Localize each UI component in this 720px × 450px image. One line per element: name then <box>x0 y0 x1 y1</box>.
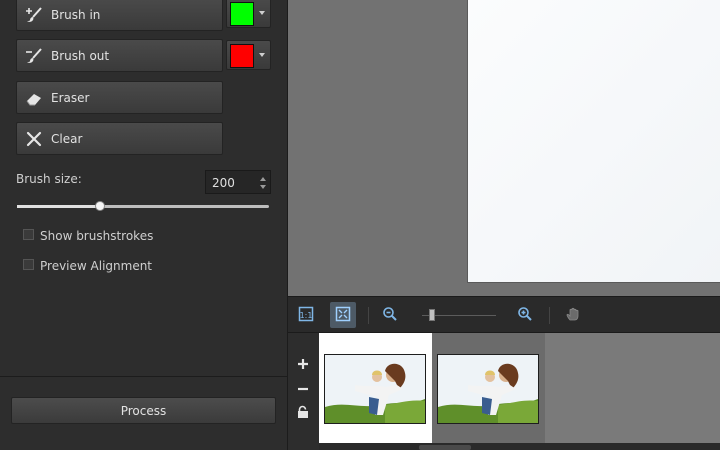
spin-up-icon[interactable] <box>260 177 266 181</box>
image-thumbnail[interactable] <box>324 354 426 424</box>
clear-label: Clear <box>51 131 83 146</box>
brush-out-button[interactable]: Brush out <box>16 39 223 72</box>
brush-minus-icon <box>25 47 43 65</box>
brush-out-label: Brush out <box>51 48 110 63</box>
eraser-button[interactable]: Eraser <box>16 81 223 114</box>
filmstrip-scrollbar[interactable] <box>319 443 720 450</box>
brush-in-label: Brush in <box>51 7 101 22</box>
brush-size-label: Brush size: <box>16 172 82 186</box>
show-brushstrokes-label: Show brushstrokes <box>40 229 154 243</box>
filmstrip <box>319 333 720 443</box>
tools-panel: Brush in Brush out Eraser Clear Brush si… <box>0 0 288 450</box>
filmstrip-controls <box>288 333 319 450</box>
brush-in-button[interactable]: Brush in <box>16 0 223 31</box>
eraser-icon <box>25 89 43 107</box>
process-button[interactable]: Process <box>11 397 276 424</box>
preview-alignment-checkbox[interactable] <box>23 259 34 270</box>
process-label: Process <box>120 403 167 418</box>
brush-size-value: 200 <box>212 176 235 190</box>
image-canvas[interactable] <box>467 0 720 283</box>
brush-out-color-swatch <box>230 44 254 68</box>
show-brushstrokes-checkbox[interactable] <box>23 229 34 240</box>
svg-text:1:1: 1:1 <box>300 311 313 320</box>
actual-size-icon <box>335 306 351 325</box>
eraser-label: Eraser <box>51 90 90 105</box>
hand-pan-icon <box>565 306 581 325</box>
actual-size-button[interactable] <box>330 302 356 328</box>
filmstrip-scroll-thumb[interactable] <box>419 445 471 450</box>
fit-view-button[interactable]: 1:1 <box>293 302 319 328</box>
add-image-button[interactable] <box>296 357 310 374</box>
brush-size-slider-fill <box>17 205 101 208</box>
brush-in-color-picker[interactable] <box>226 0 271 28</box>
brush-size-slider-handle[interactable] <box>95 201 106 211</box>
brush-in-color-swatch <box>230 2 254 26</box>
lock-icon <box>296 405 310 422</box>
remove-image-button[interactable] <box>296 382 310 399</box>
brush-size-slider[interactable] <box>17 201 269 211</box>
clear-x-icon <box>25 130 43 148</box>
zoom-in-button[interactable] <box>512 302 538 328</box>
zoom-out-icon <box>382 306 398 325</box>
spin-down-icon[interactable] <box>260 185 266 189</box>
hand-pan-button[interactable] <box>560 302 586 328</box>
image-thumbnail[interactable] <box>437 354 539 424</box>
toolbar-separator <box>368 307 369 324</box>
filmstrip-frame[interactable] <box>432 333 545 443</box>
lock-image-button[interactable] <box>296 405 310 422</box>
zoom-out-button[interactable] <box>377 302 403 328</box>
clear-button[interactable]: Clear <box>16 122 223 155</box>
brush-out-color-picker[interactable] <box>226 40 271 70</box>
brush-size-spinbox[interactable]: 200 <box>205 170 271 194</box>
fit-view-icon: 1:1 <box>298 306 314 325</box>
chevron-down-icon <box>259 53 265 57</box>
canvas-area[interactable] <box>288 0 720 296</box>
zoom-in-icon <box>517 306 533 325</box>
filmstrip-frame-selected[interactable] <box>319 333 432 443</box>
zoom-slider-handle[interactable] <box>429 309 435 321</box>
chevron-down-icon <box>259 11 265 15</box>
view-toolbar: 1:1 <box>288 296 720 333</box>
preview-alignment-label: Preview Alignment <box>40 259 153 273</box>
brush-plus-icon <box>25 6 43 24</box>
add-icon <box>296 359 310 374</box>
toolbar-separator <box>549 307 550 324</box>
remove-icon <box>296 385 310 399</box>
panel-divider <box>0 376 287 377</box>
